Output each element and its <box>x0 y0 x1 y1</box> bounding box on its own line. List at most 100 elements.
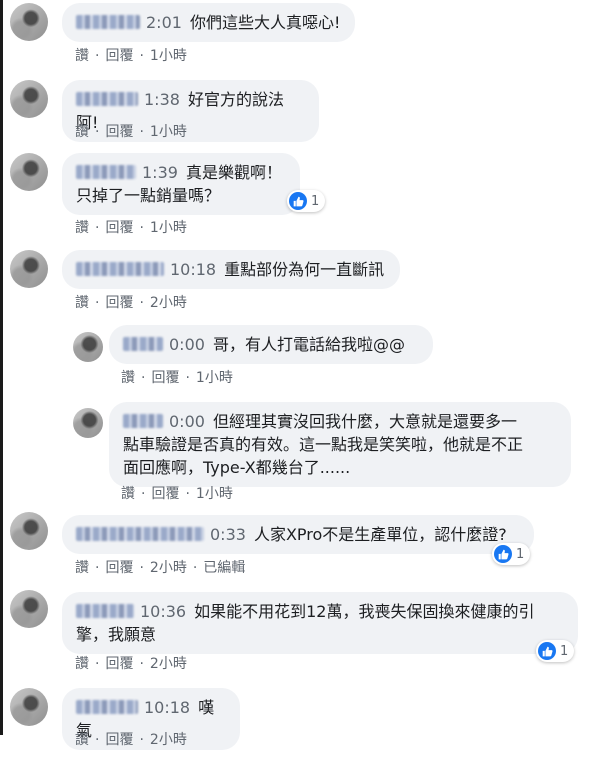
reply-timestamp: 0:00 <box>169 335 205 354</box>
reply-text: 哥，有人打電話給我啦@@ <box>212 335 405 354</box>
comment-bubble: 10:18 重點部份為何一直斷訊 <box>62 250 400 289</box>
thumbs-up-icon <box>289 192 307 210</box>
comment-age[interactable]: 2小時 <box>150 732 187 748</box>
like-link[interactable]: 讚 <box>121 370 135 386</box>
comment-bubble: 1:39 真是樂觀啊！ 只掉了一點銷量嗎？ <box>62 153 300 215</box>
commenter-name[interactable] <box>76 527 204 541</box>
thumbs-up-icon <box>494 545 512 563</box>
thumbs-up-icon <box>538 642 556 660</box>
commenter-name[interactable] <box>76 15 140 29</box>
comment-timestamp: 10:18 <box>144 698 191 717</box>
comment-age[interactable]: 1小時 <box>150 48 187 64</box>
avatar[interactable] <box>10 688 48 726</box>
comment-timestamp: 1:39 <box>142 163 178 182</box>
comment-actions: 讚 · 回覆 · 2小時 <box>75 653 187 673</box>
reaction-count[interactable]: 1 <box>536 640 575 662</box>
comment-bubble: 10:36 如果能不用花到12萬，我喪失保固換來健康的引 擎，我願意 <box>62 592 578 654</box>
comment-text: 你們這些大人真噁心! <box>189 13 341 32</box>
comment-bubble: 0:33 人家XPro不是生產單位，認什麼證? <box>62 515 534 554</box>
reaction-count[interactable]: 1 <box>492 543 531 565</box>
commenter-name[interactable] <box>76 92 138 106</box>
reply-link[interactable]: 回覆 <box>105 732 133 748</box>
separator-dot: · <box>95 124 100 140</box>
reply-link[interactable]: 回覆 <box>105 295 133 311</box>
comment-actions: 讚 · 回覆 · 2小時 · 已編輯 <box>75 557 245 577</box>
reply-bubble: 0:00 但經理其實沒回我什麼，大意就是還要多一 點車驗證是否真的有效。這一點我是… <box>109 402 571 487</box>
separator-dot: · <box>185 370 190 386</box>
like-link[interactable]: 讚 <box>75 732 89 748</box>
commenter-name[interactable] <box>76 700 138 714</box>
commenter-name[interactable] <box>123 414 163 428</box>
like-link[interactable]: 讚 <box>75 560 89 576</box>
like-link[interactable]: 讚 <box>75 220 89 236</box>
separator-dot: · <box>95 560 100 576</box>
reply-actions: 讚 · 回覆 · 1小時 <box>121 483 233 503</box>
like-link[interactable]: 讚 <box>75 656 89 672</box>
reply-link[interactable]: 回覆 <box>105 560 133 576</box>
comment-actions: 讚 · 回覆 · 1小時 <box>75 217 187 237</box>
separator-dot: · <box>95 220 100 236</box>
like-link[interactable]: 讚 <box>75 295 89 311</box>
comment-age[interactable]: 2小時 <box>150 295 187 311</box>
avatar[interactable] <box>73 408 103 438</box>
separator-dot: · <box>141 370 146 386</box>
separator-dot: · <box>95 295 100 311</box>
reaction-number: 1 <box>560 643 569 659</box>
reply-link[interactable]: 回覆 <box>105 48 133 64</box>
comment-age[interactable]: 1小時 <box>150 124 187 140</box>
separator-dot: · <box>139 48 144 64</box>
comment-actions: 讚 · 回覆 · 2小時 <box>75 729 187 749</box>
comment-text: 人家XPro不是生產單位，認什麼證? <box>253 525 507 544</box>
reply-link[interactable]: 回覆 <box>105 220 133 236</box>
separator-dot: · <box>139 124 144 140</box>
reaction-count[interactable]: 1 <box>287 190 326 212</box>
reply-timestamp: 0:00 <box>169 412 205 431</box>
separator-dot: · <box>185 486 190 502</box>
avatar[interactable] <box>10 3 48 41</box>
comment-age[interactable]: 2小時 <box>150 656 187 672</box>
separator-dot: · <box>95 48 100 64</box>
reply-link[interactable]: 回覆 <box>151 486 179 502</box>
comment-actions: 讚 · 回覆 · 1小時 <box>75 121 187 141</box>
comment-age[interactable]: 1小時 <box>150 220 187 236</box>
reply-link[interactable]: 回覆 <box>151 370 179 386</box>
comment-actions: 讚 · 回覆 · 2小時 <box>75 292 187 312</box>
reply-link[interactable]: 回覆 <box>105 656 133 672</box>
avatar[interactable] <box>10 80 48 118</box>
separator-dot: · <box>139 732 144 748</box>
separator-dot: · <box>139 295 144 311</box>
avatar[interactable] <box>73 332 103 362</box>
avatar[interactable] <box>10 512 48 550</box>
commenter-name[interactable] <box>76 604 134 618</box>
avatar[interactable] <box>10 590 48 628</box>
commenter-name[interactable] <box>123 337 163 351</box>
separator-dot: · <box>139 656 144 672</box>
avatar[interactable] <box>10 250 48 288</box>
commenter-name[interactable] <box>76 262 164 276</box>
reply-bubble: 0:00 哥，有人打電話給我啦@@ <box>109 325 433 364</box>
separator-dot: · <box>192 560 198 576</box>
reply-link[interactable]: 回覆 <box>105 124 133 140</box>
reply-age[interactable]: 1小時 <box>196 486 233 502</box>
reply-age[interactable]: 1小時 <box>196 370 233 386</box>
window-edge <box>0 0 3 735</box>
commenter-name[interactable] <box>76 165 136 179</box>
avatar[interactable] <box>10 153 48 191</box>
reaction-number: 1 <box>311 193 320 209</box>
separator-dot: · <box>141 486 146 502</box>
separator-dot: · <box>95 656 100 672</box>
like-link[interactable]: 讚 <box>75 124 89 140</box>
like-link[interactable]: 讚 <box>75 48 89 64</box>
comment-bubble: 2:01 你們這些大人真噁心! <box>62 3 355 42</box>
separator-dot: · <box>139 220 144 236</box>
separator-dot: · <box>139 560 144 576</box>
like-link[interactable]: 讚 <box>121 486 135 502</box>
comment-age[interactable]: 2小時 <box>150 560 187 576</box>
edited-label[interactable]: 已編輯 <box>203 560 245 576</box>
comment-timestamp: 2:01 <box>146 13 182 32</box>
comment-timestamp: 0:33 <box>210 525 246 544</box>
comment-timestamp: 1:38 <box>144 90 180 109</box>
separator-dot: · <box>95 732 100 748</box>
comment-text: 重點部份為何一直斷訊 <box>224 260 385 279</box>
comment-timestamp: 10:18 <box>170 260 217 279</box>
